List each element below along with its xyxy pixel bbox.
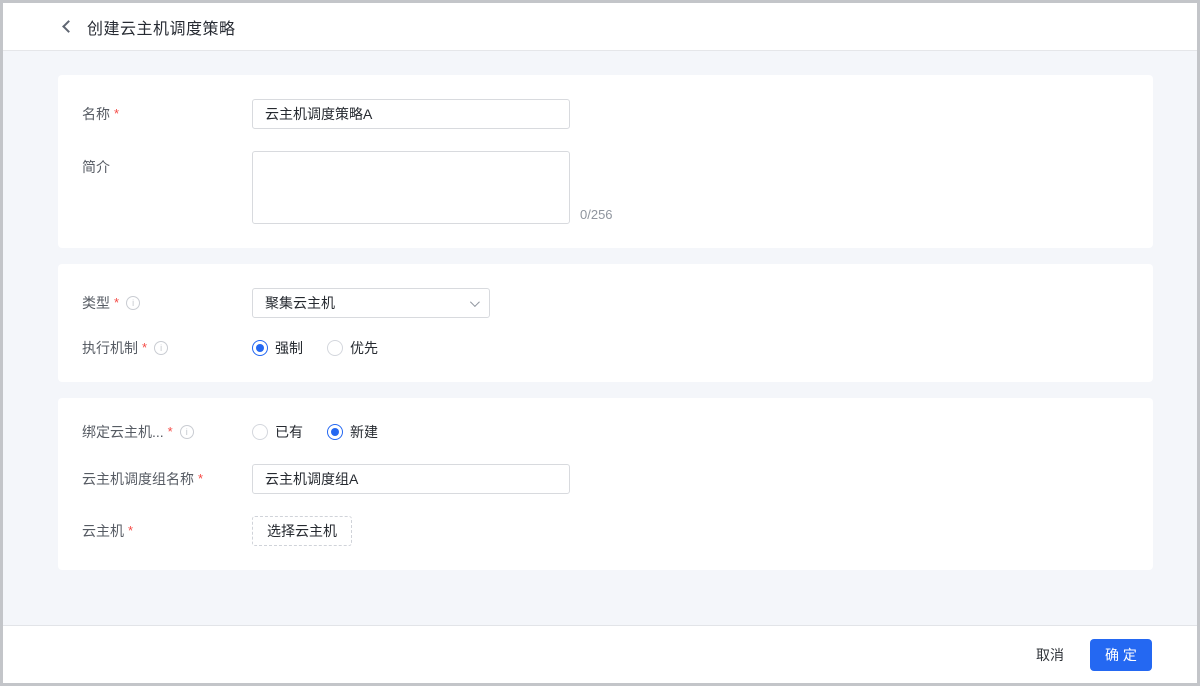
required-asterisk: * [198, 472, 203, 485]
info-icon[interactable] [180, 425, 194, 439]
chevron-down-icon [470, 297, 480, 307]
type-label: 类型 [82, 293, 110, 313]
required-asterisk: * [114, 296, 119, 309]
mechanism-label: 执行机制 [82, 338, 138, 358]
name-row: 名称 * [82, 99, 1129, 129]
cancel-button[interactable]: 取消 [1030, 639, 1070, 671]
radio-icon [252, 424, 268, 440]
char-counter: 0/256 [580, 207, 613, 224]
name-input[interactable] [252, 99, 570, 129]
description-control: 0/256 [252, 151, 613, 224]
group-name-input[interactable] [252, 464, 570, 494]
page-header: 创建云主机调度策略 [3, 3, 1197, 51]
host-label: 云主机 [82, 521, 124, 541]
type-select-value: 聚集云主机 [265, 293, 335, 313]
bind-mode-label: 绑定云主机... [82, 422, 164, 442]
footer-bar: 取消 确 定 [3, 625, 1197, 683]
radio-option-priority[interactable]: 优先 [327, 338, 378, 358]
host-control: 选择云主机 [252, 516, 352, 546]
group-name-row: 云主机调度组名称 * [82, 464, 1129, 494]
confirm-button[interactable]: 确 定 [1090, 639, 1152, 671]
bind-mode-radio-group: 已有 新建 [252, 422, 378, 442]
type-select[interactable]: 聚集云主机 [252, 288, 490, 318]
required-asterisk: * [128, 524, 133, 537]
name-control [252, 99, 570, 129]
page-title: 创建云主机调度策略 [87, 15, 236, 39]
description-row: 简介 0/256 [82, 151, 1129, 224]
mechanism-label-col: 执行机制 * [82, 338, 252, 358]
window: 创建云主机调度策略 名称 * 简介 0/256 [0, 0, 1200, 686]
radio-icon [327, 424, 343, 440]
bind-mode-label-col: 绑定云主机... * [82, 422, 252, 442]
radio-option-existing[interactable]: 已有 [252, 422, 303, 442]
name-label: 名称 [82, 104, 110, 124]
info-icon[interactable] [154, 341, 168, 355]
chevron-left-icon [62, 20, 75, 33]
group-name-label-col: 云主机调度组名称 * [82, 469, 252, 489]
form-body: 名称 * 简介 0/256 类型 [3, 51, 1197, 625]
group-name-label: 云主机调度组名称 [82, 469, 194, 489]
mechanism-radio-group: 强制 优先 [252, 338, 378, 358]
card-type: 类型 * 聚集云主机 执行机制 * [58, 264, 1153, 382]
name-label-col: 名称 * [82, 104, 252, 124]
radio-icon [327, 340, 343, 356]
info-icon[interactable] [126, 296, 140, 310]
description-textarea[interactable] [252, 151, 570, 224]
card-basic-info: 名称 * 简介 0/256 [58, 75, 1153, 248]
select-host-button[interactable]: 选择云主机 [252, 516, 352, 546]
card-bind-host: 绑定云主机... * 已有 新建 云主机调度组名称 [58, 398, 1153, 570]
back-button[interactable] [62, 20, 75, 33]
type-control: 聚集云主机 [252, 288, 490, 318]
description-label-col: 简介 [82, 151, 252, 177]
radio-option-mandatory[interactable]: 强制 [252, 338, 303, 358]
host-label-col: 云主机 * [82, 521, 252, 541]
required-asterisk: * [168, 425, 173, 438]
required-asterisk: * [114, 107, 119, 120]
radio-icon [252, 340, 268, 356]
type-label-col: 类型 * [82, 293, 252, 313]
mechanism-row: 执行机制 * 强制 优先 [82, 338, 1129, 358]
host-row: 云主机 * 选择云主机 [82, 516, 1129, 546]
bind-mode-row: 绑定云主机... * 已有 新建 [82, 422, 1129, 442]
description-label: 简介 [82, 157, 110, 177]
radio-option-new[interactable]: 新建 [327, 422, 378, 442]
type-row: 类型 * 聚集云主机 [82, 288, 1129, 318]
group-name-control [252, 464, 570, 494]
required-asterisk: * [142, 341, 147, 354]
